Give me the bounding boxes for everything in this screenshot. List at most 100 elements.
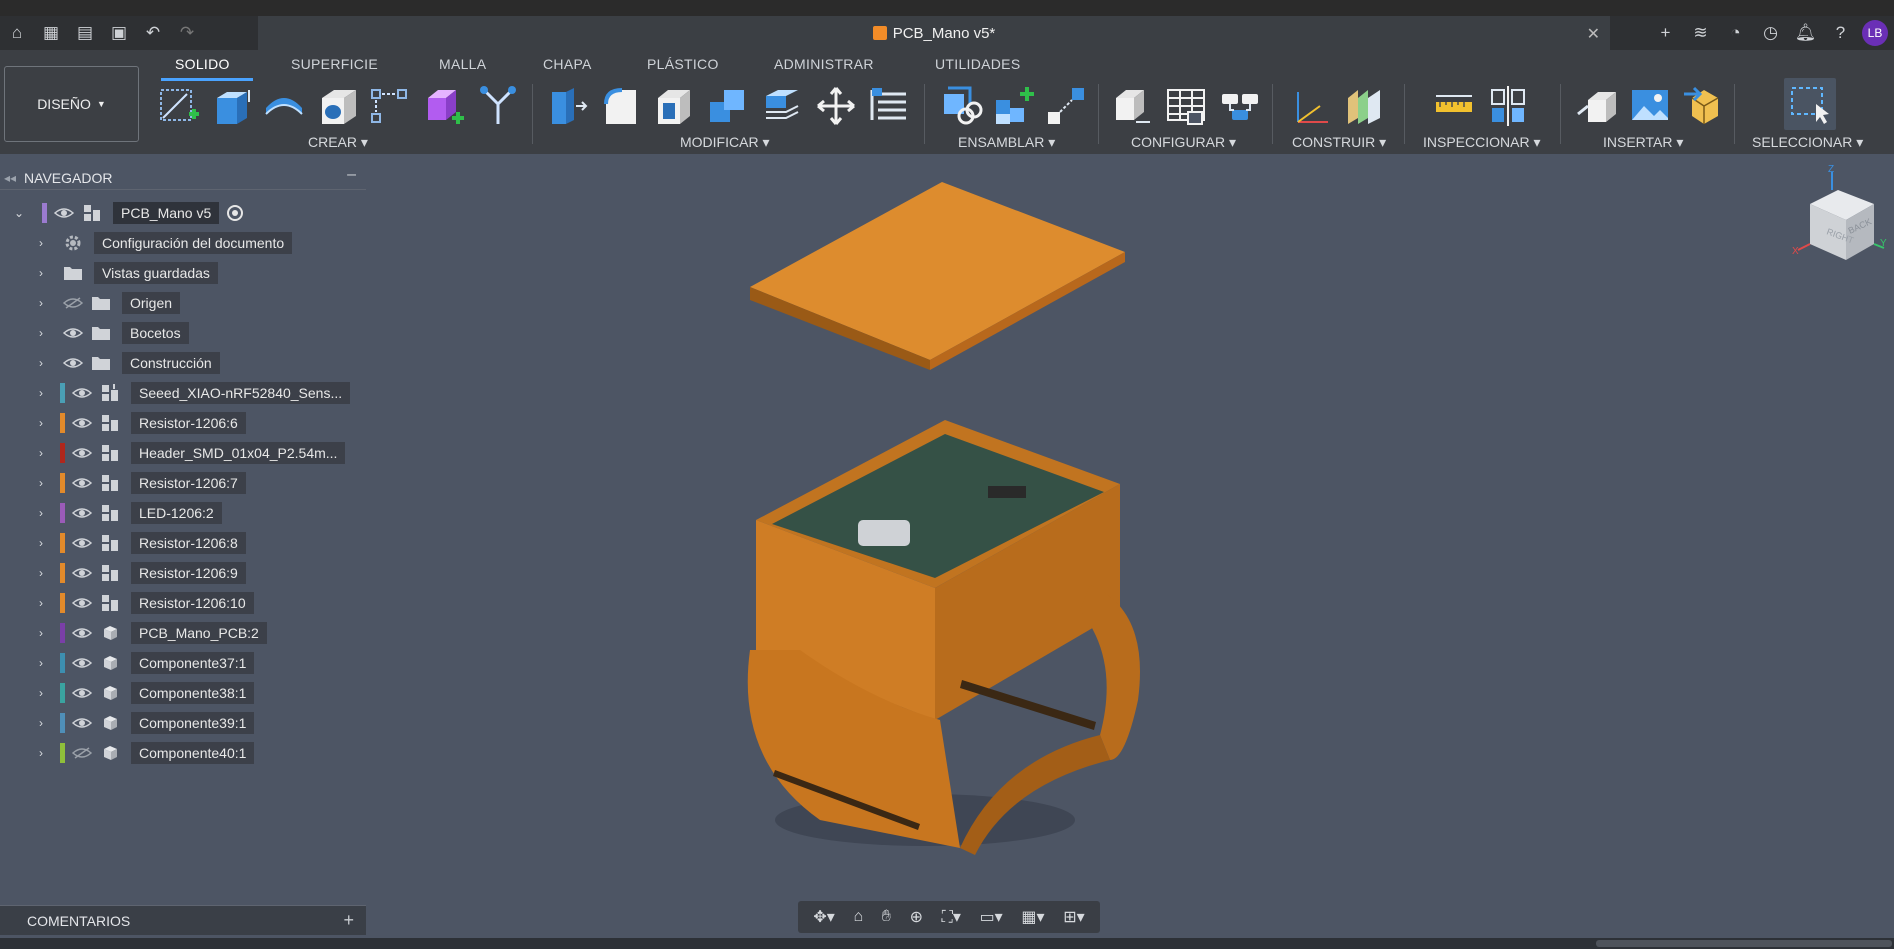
tab-utilidades[interactable]: UTILIDADES bbox=[935, 56, 1020, 72]
pan-icon[interactable]: ✋︎ bbox=[882, 908, 891, 926]
viewports-icon[interactable]: ⊞▾ bbox=[1063, 907, 1084, 927]
group-seleccionar[interactable]: SELECCIONAR ▾ bbox=[1752, 134, 1863, 151]
add-comment-icon[interactable]: + bbox=[343, 910, 354, 931]
collapse-panel-icon[interactable]: ◂◂ bbox=[4, 171, 16, 185]
tab-plastico[interactable]: PLÁSTICO bbox=[647, 56, 719, 72]
eye-icon[interactable] bbox=[71, 415, 93, 431]
help-icon[interactable]: ? bbox=[1823, 16, 1858, 50]
canvas-image-icon[interactable] bbox=[1628, 84, 1672, 128]
chevron-right-icon[interactable]: › bbox=[34, 686, 48, 700]
scrollbar-thumb[interactable] bbox=[1596, 940, 1892, 947]
chevron-right-icon[interactable]: › bbox=[34, 266, 48, 280]
job-status-icon[interactable]: ◔ bbox=[1718, 16, 1753, 50]
browser-node-label[interactable]: Componente37:1 bbox=[131, 651, 255, 674]
change-parameters-icon[interactable] bbox=[868, 84, 912, 128]
chevron-right-icon[interactable]: › bbox=[34, 716, 48, 730]
revolve-icon[interactable] bbox=[262, 84, 306, 128]
browser-root-node[interactable]: ⌄ PCB_Mano v5 bbox=[12, 200, 244, 225]
eye-icon[interactable] bbox=[71, 715, 93, 731]
file-menu-icon[interactable]: ▤ bbox=[68, 16, 102, 50]
close-tab-icon[interactable]: ✕ bbox=[1587, 24, 1600, 44]
hole-icon[interactable] bbox=[316, 84, 360, 128]
bell-icon[interactable]: 🔔︎ bbox=[1788, 16, 1823, 50]
eye-icon[interactable] bbox=[62, 355, 84, 371]
workspace-switcher[interactable]: DISEÑO ▼ bbox=[4, 66, 139, 142]
lid-body[interactable] bbox=[750, 182, 1125, 370]
combine-icon[interactable] bbox=[706, 84, 750, 128]
chevron-right-icon[interactable]: › bbox=[34, 446, 48, 460]
browser-node[interactable]: › Configuración del documento bbox=[34, 230, 293, 255]
eye-icon[interactable] bbox=[53, 205, 75, 221]
browser-node[interactable]: › Componente37:1 bbox=[34, 650, 255, 675]
move-copy-icon[interactable] bbox=[814, 84, 858, 128]
grid-settings-icon[interactable]: ▦▾ bbox=[1021, 907, 1044, 927]
tab-malla[interactable]: MALLA bbox=[439, 56, 486, 72]
group-construir[interactable]: CONSTRUIR ▾ bbox=[1292, 134, 1386, 151]
insert-derive-icon[interactable] bbox=[1576, 84, 1620, 128]
clock-icon[interactable]: ◷ bbox=[1753, 16, 1788, 50]
fillet-icon[interactable] bbox=[600, 84, 644, 128]
group-insertar[interactable]: INSERTAR ▾ bbox=[1603, 134, 1683, 151]
chevron-right-icon[interactable]: › bbox=[34, 356, 48, 370]
axis-icon[interactable] bbox=[1290, 84, 1334, 128]
look-at-icon[interactable]: ⌂ bbox=[853, 908, 863, 926]
chevron-right-icon[interactable]: › bbox=[34, 596, 48, 610]
eye-icon[interactable] bbox=[71, 685, 93, 701]
group-ensamblar[interactable]: ENSAMBLAR ▾ bbox=[958, 134, 1055, 151]
browser-node-label[interactable]: PCB_Mano_PCB:2 bbox=[131, 621, 267, 644]
chevron-right-icon[interactable]: › bbox=[34, 656, 48, 670]
browser-node[interactable]: › Header_SMD_01x04_P2.54m... bbox=[34, 440, 346, 465]
horizontal-scrollbar[interactable] bbox=[0, 938, 1894, 949]
chevron-right-icon[interactable]: › bbox=[34, 746, 48, 760]
chevron-right-icon[interactable]: › bbox=[34, 566, 48, 580]
browser-node-label[interactable]: Componente38:1 bbox=[131, 681, 255, 704]
new-component-link-icon[interactable] bbox=[940, 84, 984, 128]
eye-icon[interactable] bbox=[71, 595, 93, 611]
chevron-right-icon[interactable]: › bbox=[34, 536, 48, 550]
eye-icon[interactable] bbox=[71, 535, 93, 551]
zoom-icon[interactable]: ⊕ bbox=[910, 907, 923, 927]
configure-icon[interactable] bbox=[1110, 84, 1154, 128]
browser-node-label[interactable]: Construcción bbox=[122, 351, 220, 374]
create-form-icon[interactable] bbox=[422, 84, 466, 128]
browser-node[interactable]: › Origen bbox=[34, 290, 181, 315]
save-icon[interactable]: ▣ bbox=[102, 16, 136, 50]
group-inspeccionar[interactable]: INSPECCIONAR ▾ bbox=[1423, 134, 1541, 151]
browser-node-label[interactable]: Resistor-1206:7 bbox=[131, 471, 246, 494]
pattern-icon[interactable] bbox=[368, 84, 412, 128]
chevron-right-icon[interactable]: › bbox=[34, 236, 48, 250]
browser-node[interactable]: › Bocetos bbox=[34, 320, 189, 345]
chevron-right-icon[interactable]: › bbox=[34, 386, 48, 400]
eye-icon[interactable] bbox=[71, 445, 93, 461]
orbit-icon[interactable]: ✥▾ bbox=[813, 907, 834, 927]
browser-node[interactable]: › Seeed_XIAO-nRF52840_Sens... bbox=[34, 380, 351, 405]
browser-node[interactable]: › Componente40:1 bbox=[34, 740, 255, 765]
chevron-down-icon[interactable]: ⌄ bbox=[12, 206, 26, 220]
browser-node[interactable]: › Vistas guardadas bbox=[34, 260, 218, 285]
browser-node-label[interactable]: Resistor-1206:6 bbox=[131, 411, 246, 434]
eye-hidden-icon[interactable] bbox=[71, 745, 93, 761]
activate-radio-icon[interactable] bbox=[227, 204, 244, 221]
browser-node-label[interactable]: LED-1206:2 bbox=[131, 501, 222, 524]
measure-icon[interactable] bbox=[1432, 84, 1476, 128]
grid-icon[interactable]: ▦ bbox=[34, 16, 68, 50]
browser-node[interactable]: › Resistor-1206:10 bbox=[34, 590, 254, 615]
display-settings-icon[interactable]: ▭▾ bbox=[980, 907, 1003, 927]
configuration-table-icon[interactable] bbox=[1164, 84, 1208, 128]
chevron-right-icon[interactable]: › bbox=[34, 416, 48, 430]
document-tab[interactable]: PCB_Mano v5* ✕ bbox=[258, 16, 1610, 50]
browser-node-label[interactable]: Resistor-1206:8 bbox=[131, 531, 246, 554]
fit-icon[interactable]: ⛶▾ bbox=[942, 907, 961, 927]
select-tool-button[interactable] bbox=[1784, 78, 1836, 130]
redo-icon[interactable]: ↷ bbox=[170, 16, 204, 50]
chevron-right-icon[interactable]: › bbox=[34, 626, 48, 640]
avatar[interactable]: LB bbox=[1862, 20, 1888, 46]
browser-node[interactable]: › LED-1206:2 bbox=[34, 500, 222, 525]
section-analysis-icon[interactable] bbox=[1486, 84, 1530, 128]
undo-icon[interactable]: ↶ bbox=[136, 16, 170, 50]
eye-icon[interactable] bbox=[71, 475, 93, 491]
eye-icon[interactable] bbox=[71, 385, 93, 401]
extensions-icon[interactable]: ≋ bbox=[1683, 16, 1718, 50]
browser-node[interactable]: › Resistor-1206:8 bbox=[34, 530, 246, 555]
browser-node-label[interactable]: Configuración del documento bbox=[94, 231, 293, 254]
